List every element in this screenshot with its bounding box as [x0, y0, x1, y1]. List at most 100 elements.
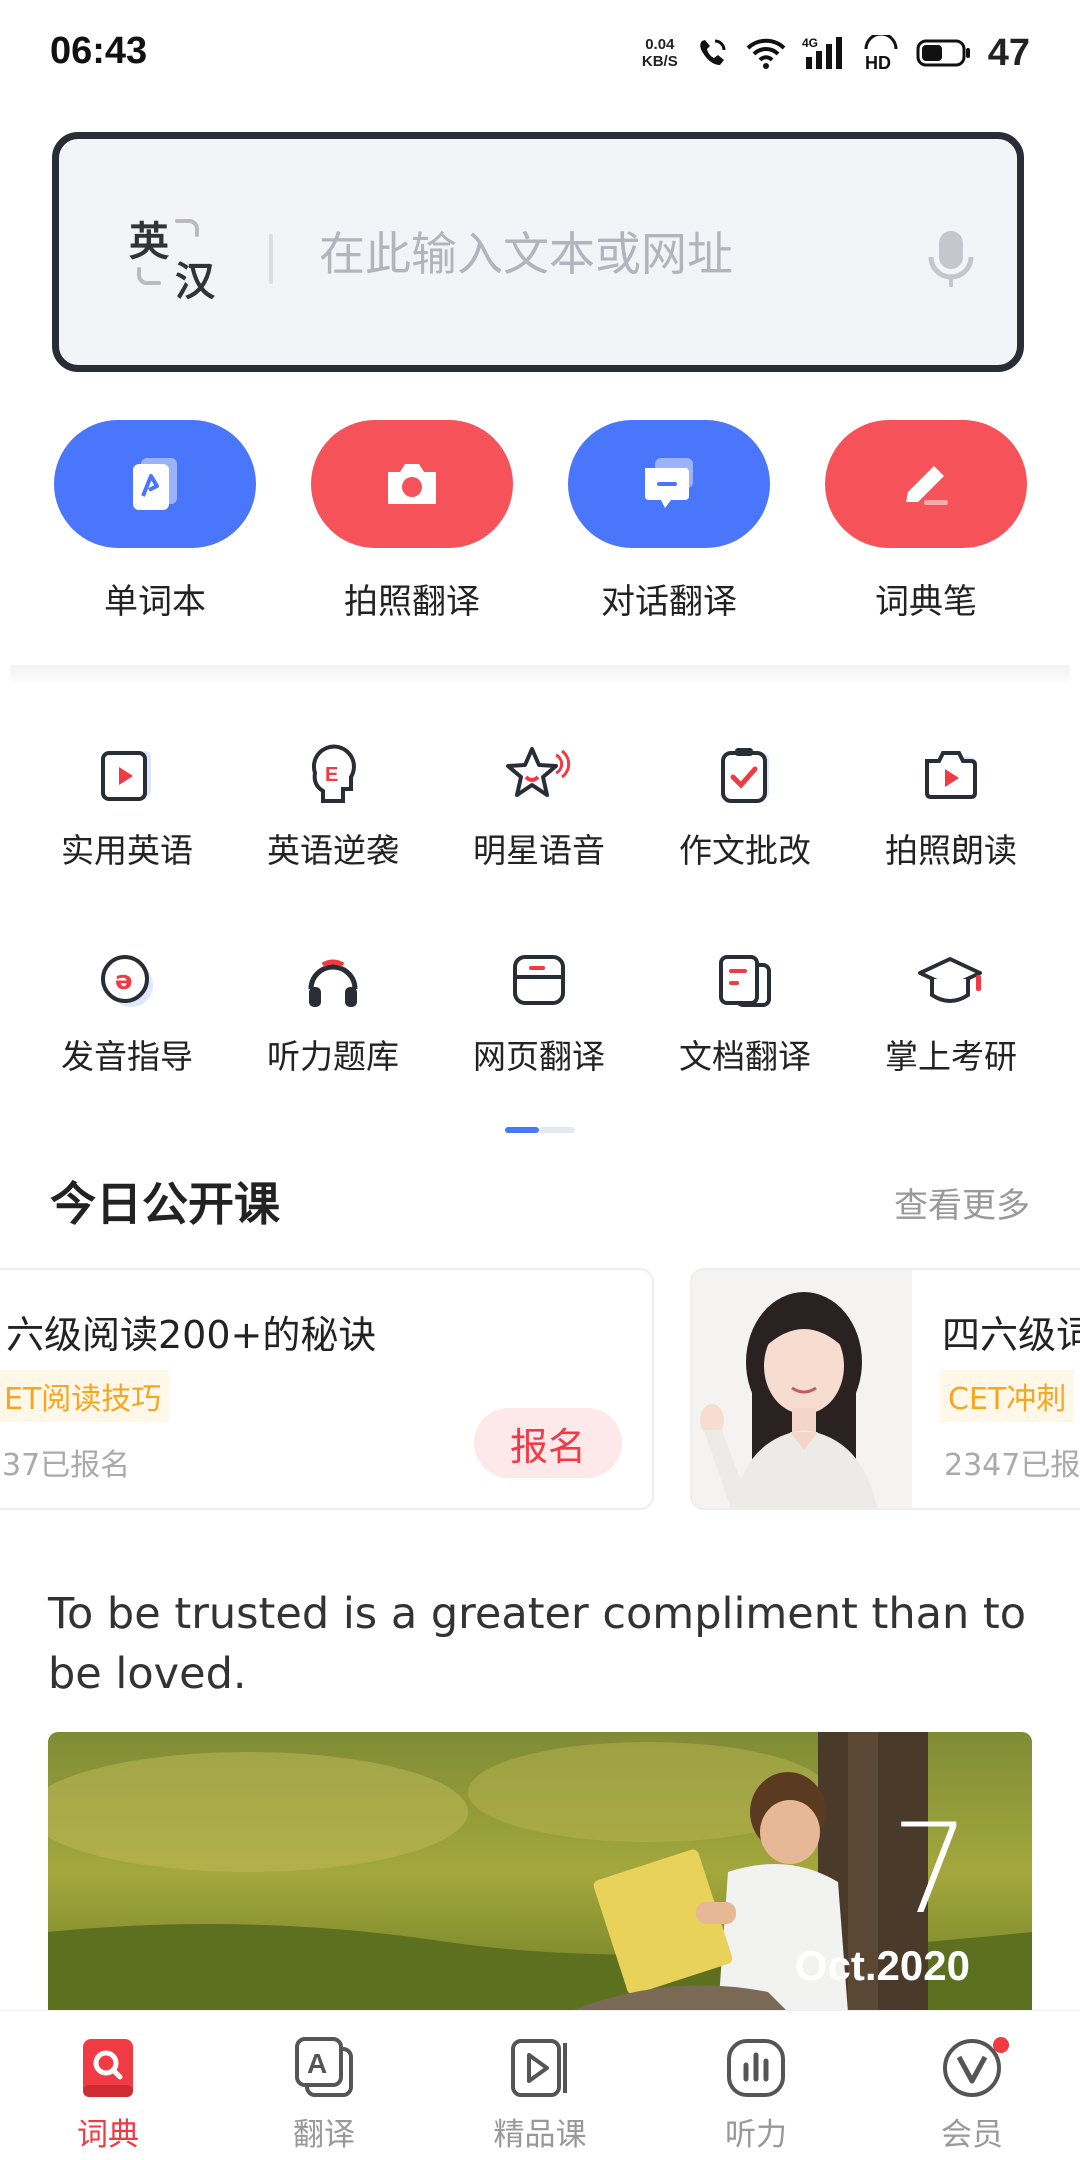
svg-text:A: A	[307, 2048, 327, 2079]
swap-arrow-icon	[175, 219, 199, 237]
net-speed-value: 0.04	[645, 36, 675, 53]
chat-icon	[645, 458, 693, 508]
phone-icon	[699, 39, 726, 65]
tool-label: 发音指导	[61, 1037, 193, 1076]
tool-document-translate[interactable]: 文档翻译	[642, 946, 848, 1086]
notification-badge	[993, 2037, 1009, 2053]
wordbook-button[interactable]	[54, 420, 256, 548]
course-tag: CET冲刺	[940, 1370, 1075, 1422]
nav-label: 会员	[941, 2117, 1003, 2153]
daily-image[interactable]: 7 Oct.2020	[48, 1732, 1032, 2012]
status-icons: 0.04 KB/S 4G HD 47	[642, 30, 1030, 76]
hd-voice-icon: HD	[864, 35, 898, 71]
quick-action-dialogue-translate[interactable]: 对话翻译	[564, 420, 774, 630]
tool-label: 实用英语	[61, 831, 193, 870]
tool-grid: 实用英语 E 英语逆袭 明星语音 作文批改 拍照朗读 ə 发音指导 听力题库 网…	[0, 740, 1080, 1090]
daily-quote: To be trusted is a greater compliment th…	[48, 1589, 1027, 1699]
clipboard-check-icon	[721, 748, 769, 803]
quick-action-label: 词典笔	[875, 582, 977, 622]
search-box[interactable]: 英 汉	[52, 132, 1024, 372]
tool-label: 文档翻译	[679, 1037, 811, 1076]
course-tag: ET阅读技巧	[0, 1370, 170, 1422]
quick-action-label: 拍照翻译	[344, 582, 480, 622]
date-month-year: Oct.2020	[794, 1942, 970, 1989]
section-title: 今日公开课	[50, 1177, 280, 1231]
course-enroll-count: 37已报名	[2, 1448, 131, 1483]
dictionary-pen-button[interactable]	[825, 420, 1027, 548]
language-switch-button[interactable]: 英 汉	[129, 209, 229, 305]
pronunciation-icon: ə	[101, 955, 153, 1007]
search-divider	[269, 234, 273, 284]
see-more-link[interactable]: 查看更多	[894, 1178, 1030, 1227]
tool-label: 英语逆袭	[267, 831, 399, 870]
tool-english-comeback[interactable]: E 英语逆袭	[230, 740, 436, 880]
enroll-button[interactable]: 报名	[474, 1408, 622, 1478]
course-card[interactable]: 六级阅读200+的秘诀 ET阅读技巧 37已报名 报名	[0, 1268, 654, 1510]
translate-icon: A	[295, 2037, 353, 2097]
signal-label: 4G	[802, 36, 818, 50]
search-input[interactable]	[319, 219, 879, 289]
document-icon	[719, 955, 771, 1007]
tool-pronunciation-guide[interactable]: ə 发音指导	[24, 946, 230, 1086]
nav-listening[interactable]: 听力	[666, 2035, 846, 2155]
svg-text:ə: ə	[115, 966, 133, 996]
nav-translate[interactable]: A 翻译	[234, 2035, 414, 2155]
nav-vip[interactable]: 会员	[882, 2035, 1062, 2155]
video-play-icon	[101, 751, 151, 801]
section-divider	[10, 665, 1070, 685]
tool-label: 拍照朗读	[885, 831, 1017, 870]
nav-label: 翻译	[293, 2117, 355, 2153]
course-enroll-count: 2347已报	[944, 1448, 1080, 1483]
page-indicator	[505, 1127, 575, 1133]
tool-listening-bank[interactable]: 听力题库	[230, 946, 436, 1086]
star-voice-icon	[506, 747, 571, 797]
page-indicator-active	[505, 1127, 539, 1133]
camera-play-icon	[925, 751, 977, 799]
tool-label: 网页翻译	[473, 1037, 605, 1076]
dialogue-translate-button[interactable]	[568, 420, 770, 548]
nav-label: 词典	[77, 2117, 139, 2153]
course-card[interactable]: 四六级词 CET冲刺 2347已报	[690, 1268, 1080, 1510]
photo-translate-button[interactable]	[311, 420, 513, 548]
bottom-nav: 词典 A 翻译 精品课 听力 会员	[0, 2010, 1080, 2160]
nav-label: 精品课	[493, 2117, 587, 2153]
nav-label: 听力	[725, 2117, 787, 2153]
tool-label: 作文批改	[679, 831, 811, 870]
head-e-icon: E	[311, 744, 356, 803]
course-icon	[511, 2039, 567, 2097]
quick-action-photo-translate[interactable]: 拍照翻译	[307, 420, 517, 630]
wordbook-icon	[133, 458, 177, 510]
battery-icon	[916, 39, 970, 67]
network-speed: 0.04 KB/S	[642, 36, 678, 70]
date-day: 7	[891, 1798, 970, 1942]
nav-courses[interactable]: 精品课	[450, 2035, 630, 2155]
microphone-icon[interactable]	[919, 227, 983, 291]
listening-icon	[727, 2039, 785, 2097]
tool-webpage-translate[interactable]: 网页翻译	[436, 946, 642, 1086]
net-speed-unit: KB/S	[641, 53, 678, 70]
nav-dictionary[interactable]: 词典	[18, 2035, 198, 2155]
tool-celebrity-voice[interactable]: 明星语音	[436, 740, 642, 880]
wifi-icon	[746, 38, 786, 69]
tool-practical-english[interactable]: 实用英语	[24, 740, 230, 880]
tool-label: 明星语音	[473, 831, 605, 870]
tool-label: 听力题库	[267, 1037, 399, 1076]
teacher-photo	[692, 1270, 912, 1508]
dictionary-icon	[83, 2039, 133, 2097]
pen-icon	[906, 466, 948, 505]
svg-text:E: E	[325, 764, 338, 786]
quick-action-wordbook[interactable]: 单词本	[50, 420, 260, 630]
quick-action-dictionary-pen[interactable]: 词典笔	[821, 420, 1031, 630]
battery-level: 47	[987, 31, 1030, 74]
course-title: 六级阅读200+的秘诀	[6, 1313, 377, 1357]
quick-actions: 单词本 拍照翻译 对话翻译 词典笔	[0, 420, 1080, 640]
status-time: 06:43	[50, 30, 148, 72]
page-indicator-track	[539, 1127, 575, 1133]
cellular-signal-icon: 4G	[802, 36, 842, 69]
tool-photo-read-aloud[interactable]: 拍照朗读	[848, 740, 1054, 880]
tool-label: 掌上考研	[885, 1037, 1017, 1076]
tool-postgraduate-exam[interactable]: 掌上考研	[848, 946, 1054, 1086]
tool-essay-correction[interactable]: 作文批改	[642, 740, 848, 880]
graduation-cap-icon	[918, 957, 982, 1003]
hd-label: HD	[865, 53, 891, 71]
